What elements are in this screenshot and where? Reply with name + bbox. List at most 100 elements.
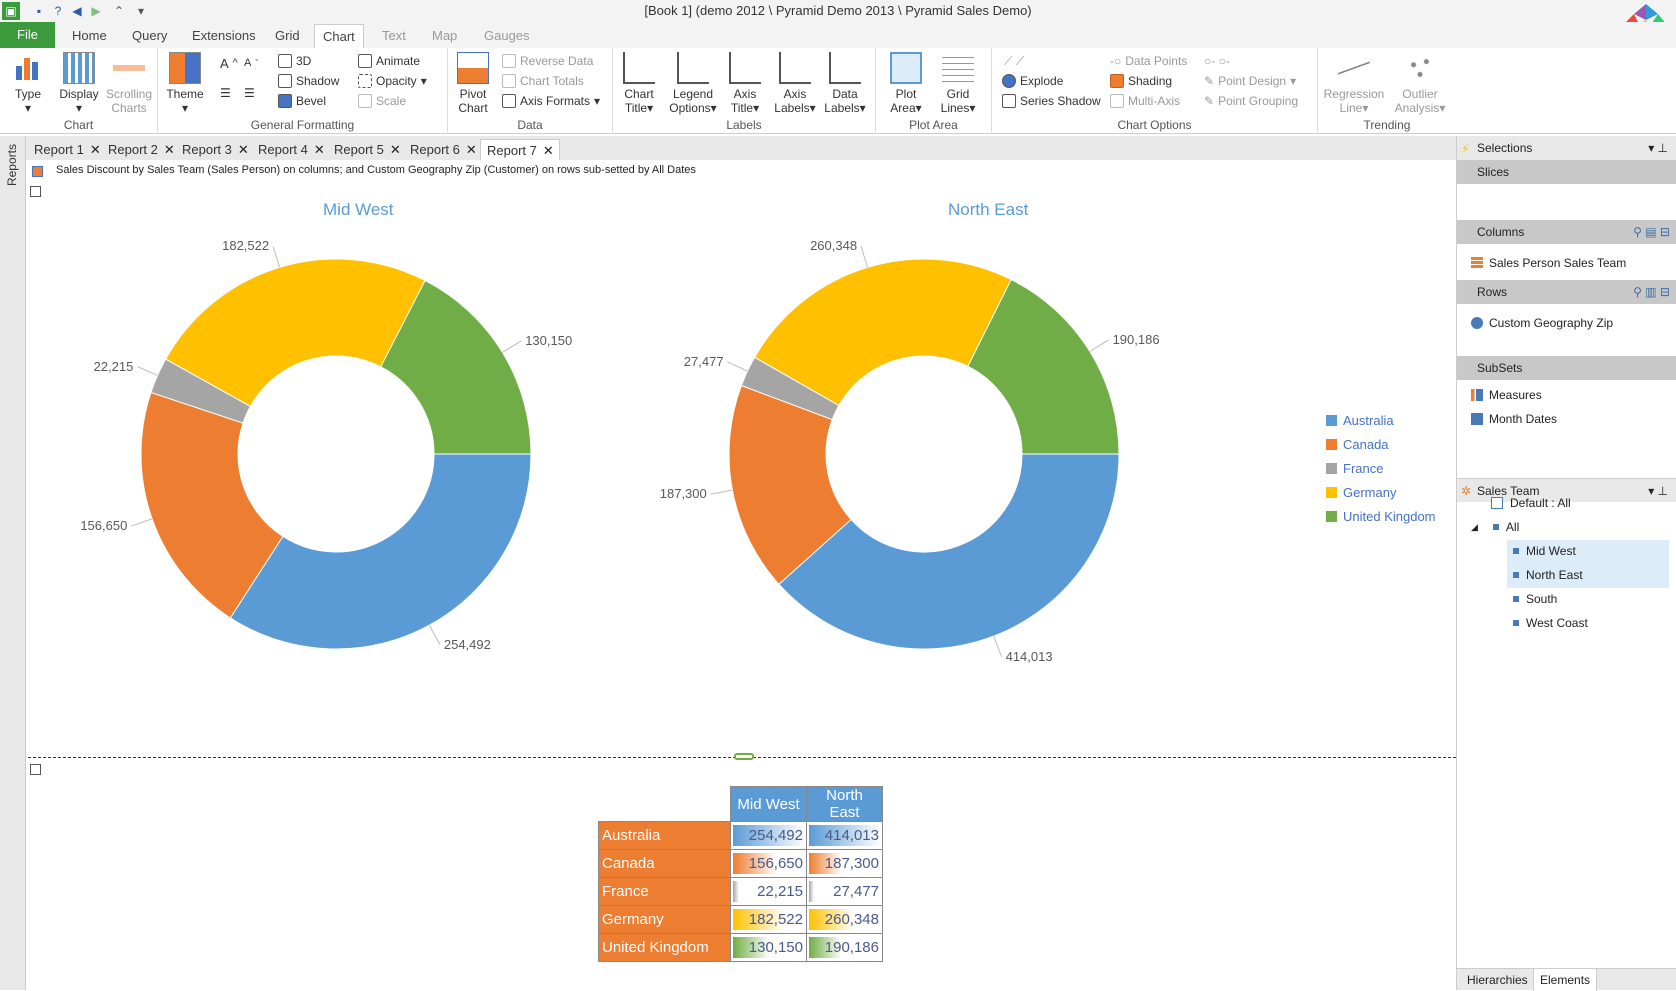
tab-elements[interactable]: Elements [1533, 969, 1598, 991]
tab-extensions[interactable]: Extensions [184, 24, 264, 48]
shading-button[interactable]: Shading [1110, 72, 1172, 90]
tab-report-5[interactable]: Report 5 ✕ [328, 139, 401, 160]
tab-report-3[interactable]: Report 3 ✕ [176, 139, 249, 160]
pin-icon[interactable]: ▾ ⊥ [1648, 136, 1668, 160]
legend-item[interactable]: France [1326, 456, 1436, 480]
close-icon[interactable]: ✕ [164, 142, 175, 157]
tab-text[interactable]: Text [374, 24, 414, 48]
chart-totals-button[interactable]: Chart Totals [502, 72, 584, 90]
axis-title-button[interactable]: Axis Title▾ [725, 52, 765, 115]
display-button[interactable]: Display ▾ [56, 52, 102, 115]
tab-report-1[interactable]: Report 1 ✕ [28, 139, 101, 160]
table-cell[interactable]: 254,492 [730, 821, 807, 850]
columns-item[interactable]: Sales Person Sales Team [1471, 256, 1626, 270]
expand-icon[interactable]: ◢ [1471, 522, 1478, 533]
tab-query[interactable]: Query [124, 24, 175, 48]
point-design-button[interactable]: ✎ Point Design ▾ [1204, 72, 1296, 90]
scrolling-charts-button[interactable]: Scrolling Charts [104, 52, 154, 115]
row-header[interactable]: United Kingdom [598, 933, 731, 962]
data-points-button[interactable]: -○ Data Points [1110, 52, 1187, 70]
explode-button[interactable]: Explode [1002, 72, 1063, 90]
table-cell[interactable]: 130,150 [730, 933, 807, 962]
align-right-icon[interactable]: ☰ [244, 84, 255, 102]
filter-icon[interactable]: ⚲ ▤ ⊟ [1633, 220, 1670, 244]
grid-lines-button[interactable]: Grid Lines▾ [936, 52, 980, 115]
tab-report-4[interactable]: Report 4 ✕ [252, 139, 325, 160]
rows-item[interactable]: Custom Geography Zip [1471, 316, 1613, 330]
measures-item[interactable]: Measures [1471, 388, 1542, 402]
reverse-data-button[interactable]: Reverse Data [502, 52, 593, 70]
point-grouping-button[interactable]: ✎ Point Grouping [1204, 92, 1298, 110]
shadow-button[interactable]: Shadow [278, 72, 339, 90]
all-node[interactable]: ◢ All [1471, 520, 1519, 534]
align-left-icon[interactable]: ☰ [220, 84, 231, 102]
bevel-button[interactable]: Bevel [278, 92, 326, 110]
animate-button[interactable]: Animate [358, 52, 420, 70]
donut-slice[interactable] [229, 453, 532, 650]
axis-labels-button[interactable]: Axis Labels▾ [773, 52, 817, 115]
default-all-node[interactable]: Default : All [1491, 496, 1571, 510]
tab-gauges[interactable]: Gauges [476, 24, 538, 48]
tab-home[interactable]: Home [64, 24, 115, 48]
trend-icon-1[interactable]: ⟋ ⟋ [1004, 52, 1024, 70]
checkbox-icon[interactable] [1491, 497, 1503, 509]
close-icon[interactable]: ✕ [314, 142, 325, 157]
member-west-coast[interactable]: West Coast [1513, 616, 1588, 630]
close-icon[interactable]: ✕ [90, 142, 101, 157]
row-header[interactable]: France [598, 877, 731, 906]
table-cell[interactable]: 190,186 [806, 933, 883, 962]
row-header[interactable]: Australia [598, 821, 731, 850]
table-cell[interactable]: 414,013 [806, 821, 883, 850]
tab-hierarchies[interactable]: Hierarchies [1461, 969, 1534, 991]
splitter-handle[interactable] [734, 753, 754, 760]
reports-side-tab[interactable]: Reports [0, 136, 26, 990]
theme-button[interactable]: Theme ▾ [164, 52, 206, 115]
legend-item[interactable]: Germany [1326, 480, 1436, 504]
close-icon[interactable]: ✕ [543, 143, 554, 158]
legend-options-button[interactable]: Legend Options▾ [667, 52, 719, 115]
chart-title-button[interactable]: Chart Title▾ [619, 52, 659, 115]
tab-map[interactable]: Map [424, 24, 465, 48]
point-settings-icon[interactable]: ○- ○- [1204, 52, 1230, 70]
close-icon[interactable]: ✕ [390, 142, 401, 157]
filter-icon[interactable]: ⚲ ▥ ⊟ [1633, 280, 1670, 304]
column-header-mid-west[interactable]: Mid West [730, 786, 807, 822]
outlier-analysis-button[interactable]: Outlier Analysis▾ [1390, 52, 1450, 115]
tab-grid[interactable]: Grid [267, 24, 308, 48]
tab-file[interactable]: File [0, 22, 55, 48]
data-labels-button[interactable]: Data Labels▾ [823, 52, 867, 115]
tab-report-2[interactable]: Report 2 ✕ [102, 139, 175, 160]
month-dates-item[interactable]: Month Dates [1471, 412, 1557, 426]
row-header[interactable]: Canada [598, 849, 731, 878]
pivot-chart-button[interactable]: Pivot Chart [454, 52, 492, 115]
scale-button[interactable]: Scale [358, 92, 406, 110]
member-south[interactable]: South [1513, 592, 1557, 606]
opacity-button[interactable]: Opacity ▾ [358, 72, 427, 90]
close-icon[interactable]: ✕ [466, 142, 477, 157]
column-header-north-east[interactable]: North East [806, 786, 883, 822]
type-button[interactable]: Type ▾ [10, 52, 46, 115]
tab-report-7[interactable]: Report 7 ✕ [480, 139, 560, 160]
table-cell[interactable]: 27,477 [806, 877, 883, 906]
axis-formats-button[interactable]: Axis Formats ▾ [502, 92, 600, 110]
series-shadow-button[interactable]: Series Shadow [1002, 92, 1101, 110]
font-grow-button[interactable]: A ^ [220, 54, 238, 72]
table-cell[interactable]: 156,650 [730, 849, 807, 878]
multi-axis-button[interactable]: Multi-Axis [1110, 92, 1180, 110]
tab-chart[interactable]: Chart [314, 24, 364, 48]
restore-icon[interactable] [30, 764, 41, 775]
table-cell[interactable]: 182,522 [730, 905, 807, 934]
tab-report-6[interactable]: Report 6 ✕ [404, 139, 477, 160]
3d-button[interactable]: 3D [278, 52, 311, 70]
legend-item[interactable]: United Kingdom [1326, 504, 1436, 528]
plot-area-button[interactable]: Plot Area▾ [884, 52, 928, 115]
legend-item[interactable]: Canada [1326, 432, 1436, 456]
row-header[interactable]: Germany [598, 905, 731, 934]
legend-item[interactable]: Australia [1326, 408, 1436, 432]
table-cell[interactable]: 22,215 [730, 877, 807, 906]
pin-icon[interactable]: ▾ ⊥ [1648, 479, 1668, 503]
regression-line-button[interactable]: Regression Line▾ [1322, 52, 1386, 115]
font-shrink-button[interactable]: Aˇ [244, 54, 258, 72]
table-cell[interactable]: 187,300 [806, 849, 883, 878]
close-icon[interactable]: ✕ [238, 142, 249, 157]
